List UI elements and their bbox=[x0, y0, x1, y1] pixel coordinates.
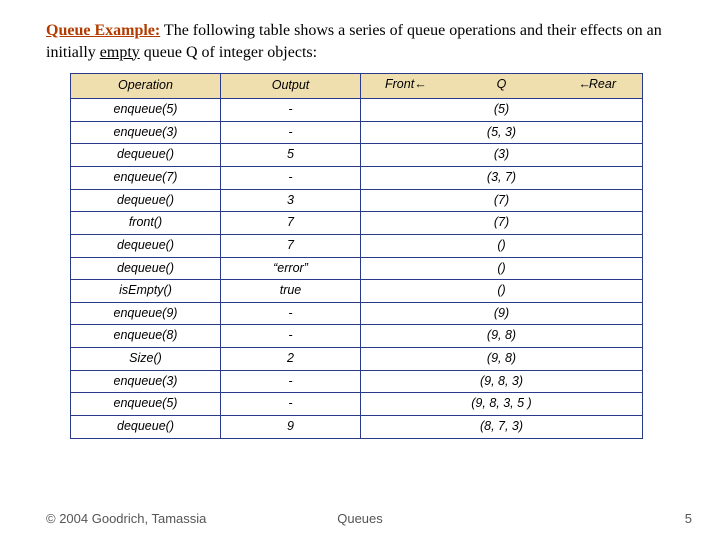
state-q-label: Q bbox=[497, 77, 507, 93]
cell-state: (7) bbox=[361, 189, 643, 212]
cell-state: (3) bbox=[361, 144, 643, 167]
cell-operation: dequeue() bbox=[71, 144, 221, 167]
queue-table: Operation Output Front← Q ←Rear bbox=[70, 73, 643, 438]
arrow-left-icon: ← bbox=[578, 77, 589, 93]
footer-center: Queues bbox=[337, 511, 383, 526]
slide-heading: Queue Example: The following table shows… bbox=[46, 20, 680, 63]
footer-copyright: © 2004 Goodrich, Tamassia bbox=[46, 511, 206, 526]
cell-operation: enqueue(5) bbox=[71, 99, 221, 122]
cell-operation: dequeue() bbox=[71, 415, 221, 438]
cell-output: 2 bbox=[221, 348, 361, 371]
slide: Queue Example: The following table shows… bbox=[0, 0, 720, 540]
table-row: dequeue()9(8, 7, 3) bbox=[71, 415, 643, 438]
state-front-label: Front← bbox=[385, 77, 425, 93]
cell-state: (5, 3) bbox=[361, 121, 643, 144]
cell-output: true bbox=[221, 280, 361, 303]
cell-output: - bbox=[221, 370, 361, 393]
table-row: enqueue(3)-(5, 3) bbox=[71, 121, 643, 144]
table-row: enqueue(3)-(9, 8, 3) bbox=[71, 370, 643, 393]
table-row: enqueue(5)-(5) bbox=[71, 99, 643, 122]
col-operation: Operation bbox=[71, 74, 221, 99]
cell-output: 3 bbox=[221, 189, 361, 212]
cell-output: - bbox=[221, 167, 361, 190]
table-row: enqueue(8)-(9, 8) bbox=[71, 325, 643, 348]
table-row: Size()2(9, 8) bbox=[71, 348, 643, 371]
table-row: dequeue()5(3) bbox=[71, 144, 643, 167]
table-row: enqueue(9)-(9) bbox=[71, 302, 643, 325]
cell-output: “error” bbox=[221, 257, 361, 280]
col-output: Output bbox=[221, 74, 361, 99]
queue-table-container: Operation Output Front← Q ←Rear bbox=[70, 73, 642, 438]
cell-operation: enqueue(3) bbox=[71, 121, 221, 144]
cell-state: (3, 7) bbox=[361, 167, 643, 190]
heading-emph: empty bbox=[100, 44, 140, 61]
table-row: enqueue(7)-(3, 7) bbox=[71, 167, 643, 190]
state-rear-label: ←Rear bbox=[578, 77, 616, 93]
cell-state: (9, 8) bbox=[361, 325, 643, 348]
cell-output: - bbox=[221, 302, 361, 325]
cell-operation: enqueue(5) bbox=[71, 393, 221, 416]
cell-state: () bbox=[361, 257, 643, 280]
cell-operation: isEmpty() bbox=[71, 280, 221, 303]
cell-operation: front() bbox=[71, 212, 221, 235]
cell-state: (7) bbox=[361, 212, 643, 235]
cell-output: 7 bbox=[221, 234, 361, 257]
cell-output: - bbox=[221, 325, 361, 348]
state-header-labels: Front← Q ←Rear bbox=[365, 77, 638, 95]
cell-state: () bbox=[361, 234, 643, 257]
cell-state: (9) bbox=[361, 302, 643, 325]
table-row: dequeue()7() bbox=[71, 234, 643, 257]
cell-output: 7 bbox=[221, 212, 361, 235]
cell-operation: dequeue() bbox=[71, 257, 221, 280]
table-body: enqueue(5)-(5)enqueue(3)-(5, 3)dequeue()… bbox=[71, 99, 643, 438]
cell-output: 9 bbox=[221, 415, 361, 438]
heading-text-2: queue Q of integer objects: bbox=[140, 44, 317, 61]
table-row: dequeue()“error”() bbox=[71, 257, 643, 280]
col-state: Front← Q ←Rear bbox=[361, 74, 643, 99]
heading-title: Queue Example: bbox=[46, 22, 160, 39]
table-row: enqueue(5)-(9, 8, 3, 5 ) bbox=[71, 393, 643, 416]
cell-operation: dequeue() bbox=[71, 234, 221, 257]
cell-output: 5 bbox=[221, 144, 361, 167]
cell-state: (5) bbox=[361, 99, 643, 122]
footer-page: 5 bbox=[685, 511, 692, 526]
cell-state: () bbox=[361, 280, 643, 303]
table-row: isEmpty()true() bbox=[71, 280, 643, 303]
cell-operation: enqueue(3) bbox=[71, 370, 221, 393]
cell-operation: enqueue(7) bbox=[71, 167, 221, 190]
cell-operation: Size() bbox=[71, 348, 221, 371]
table-row: dequeue()3(7) bbox=[71, 189, 643, 212]
cell-state: (9, 8, 3) bbox=[361, 370, 643, 393]
table-row: front()7(7) bbox=[71, 212, 643, 235]
cell-operation: enqueue(8) bbox=[71, 325, 221, 348]
cell-state: (9, 8, 3, 5 ) bbox=[361, 393, 643, 416]
cell-output: - bbox=[221, 393, 361, 416]
cell-operation: enqueue(9) bbox=[71, 302, 221, 325]
cell-operation: dequeue() bbox=[71, 189, 221, 212]
cell-state: (9, 8) bbox=[361, 348, 643, 371]
cell-output: - bbox=[221, 121, 361, 144]
cell-state: (8, 7, 3) bbox=[361, 415, 643, 438]
cell-output: - bbox=[221, 99, 361, 122]
arrow-left-icon: ← bbox=[414, 77, 425, 93]
table-header-row: Operation Output Front← Q ←Rear bbox=[71, 74, 643, 99]
